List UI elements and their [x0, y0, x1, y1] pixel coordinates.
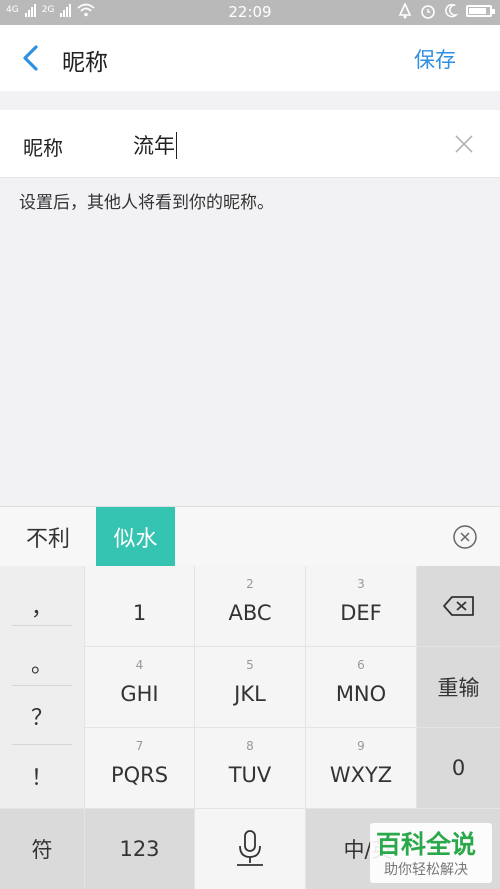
key-wxyz[interactable]: 9 WXYZ: [306, 728, 416, 808]
key-number: 3: [357, 577, 365, 591]
key-def[interactable]: 3 DEF: [306, 566, 416, 646]
text-caret: [176, 131, 177, 159]
watermark-logo: 百科全说 助你轻松解决: [370, 823, 492, 883]
key-number: 5: [246, 658, 254, 672]
key-mno[interactable]: 6 MNO: [306, 647, 416, 727]
divider: [12, 744, 72, 745]
key-label: ABC: [228, 601, 272, 625]
space-mic-key[interactable]: [195, 809, 305, 889]
candidate-2[interactable]: 似水: [96, 507, 175, 567]
punct-question[interactable]: ？: [12, 686, 72, 746]
symbol-key[interactable]: 符: [0, 809, 84, 889]
punct-comma[interactable]: ，: [12, 576, 72, 636]
key-label: WXYZ: [329, 763, 393, 787]
key-number: 2: [246, 577, 254, 591]
microphone-icon: [237, 830, 263, 866]
retype-key[interactable]: 重输: [417, 647, 500, 727]
key-number: 6: [357, 658, 365, 672]
key-label: 0: [451, 756, 466, 780]
punct-period[interactable]: 。: [12, 633, 72, 693]
key-zero[interactable]: 0: [417, 728, 500, 808]
key-number: 9: [357, 739, 365, 753]
moon-icon: [445, 3, 458, 18]
punctuation-column: ， 。 ？ ！: [0, 566, 84, 808]
key-label: PQRS: [110, 763, 169, 787]
candidate-1[interactable]: 不利: [0, 507, 96, 567]
status-bar: 4G 2G 22:09: [0, 0, 500, 25]
watermark-subtitle: 助你轻松解决: [384, 862, 468, 878]
key-label: 重输: [437, 676, 480, 700]
key-label: DEF: [340, 601, 382, 625]
key-abc[interactable]: 2 ABC: [195, 566, 305, 646]
number-mode-key[interactable]: 123: [85, 809, 194, 889]
key-number: 4: [135, 658, 144, 672]
key-label: TUV: [228, 763, 272, 787]
key-pqrs[interactable]: 7 PQRS: [85, 728, 194, 808]
key-label: MNO: [335, 682, 387, 706]
header: 昵称 保存: [0, 25, 500, 91]
nickname-input-value: 流年: [133, 134, 175, 158]
notification-icon: [398, 3, 412, 19]
key-ghi[interactable]: 4 GHI: [85, 647, 194, 727]
battery-icon: [466, 5, 495, 17]
watermark-title: 百科全说: [376, 830, 477, 859]
backspace-icon: [442, 596, 474, 616]
punct-exclaim[interactable]: ！: [12, 746, 72, 806]
alarm-icon: [421, 5, 435, 19]
save-button[interactable]: 保存: [414, 44, 456, 74]
clear-close-icon[interactable]: [454, 134, 474, 154]
key-number: 7: [135, 739, 144, 753]
candidate-bar: 不利 似水: [0, 506, 500, 567]
key-label: GHI: [120, 682, 159, 706]
key-label: 1: [132, 601, 147, 625]
nickname-row: 昵称 流年: [0, 110, 500, 178]
hint-text: 设置后，其他人将看到你的昵称。: [19, 193, 274, 213]
key-jkl[interactable]: 5 JKL: [195, 647, 305, 727]
divider: [12, 625, 72, 626]
key-label: 符: [31, 838, 53, 862]
key-1[interactable]: 1: [85, 566, 194, 646]
delete-key[interactable]: [417, 566, 500, 646]
collapse-circle-x-icon[interactable]: [452, 524, 478, 550]
back-chevron-icon[interactable]: [18, 43, 44, 73]
key-label: JKL: [234, 682, 266, 706]
key-label: 123: [119, 837, 160, 861]
status-icons: [398, 3, 495, 19]
key-tuv[interactable]: 8 TUV: [195, 728, 305, 808]
key-number: 8: [246, 739, 254, 753]
page-title: 昵称: [62, 50, 108, 76]
nickname-input[interactable]: 流年: [133, 130, 177, 160]
nickname-label: 昵称: [23, 136, 63, 160]
